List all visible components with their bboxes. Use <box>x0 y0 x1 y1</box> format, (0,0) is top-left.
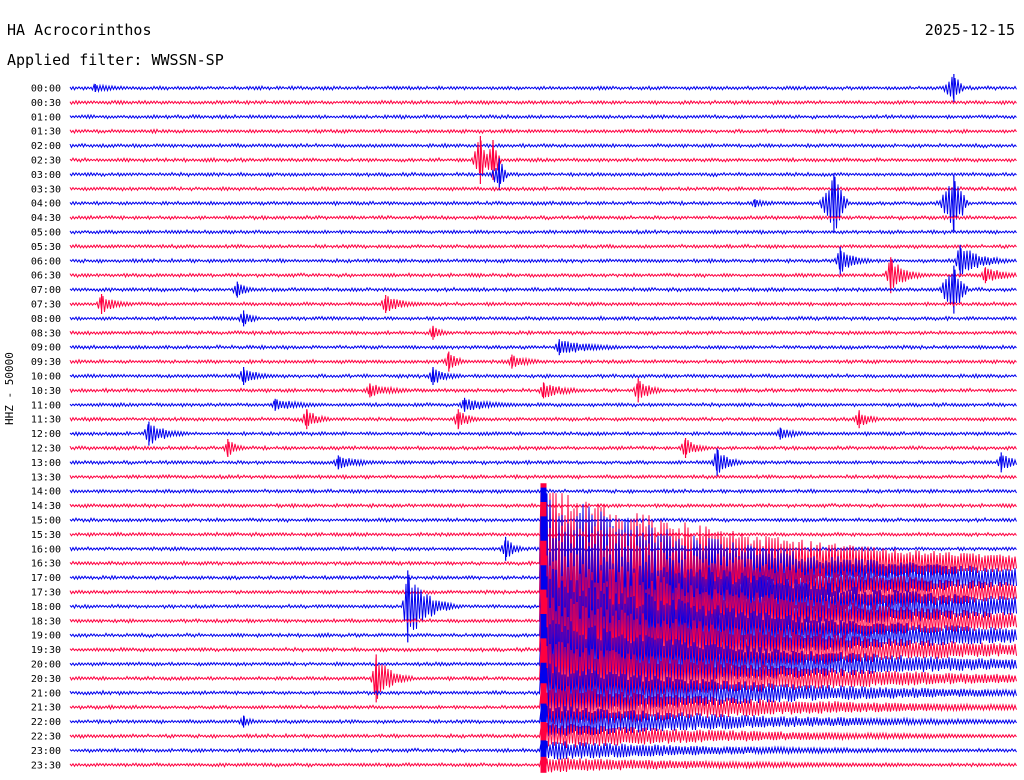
trace-line <box>69 176 1017 231</box>
time-tick-label: 18:00 <box>31 602 61 613</box>
time-tick-label: 14:00 <box>31 487 61 498</box>
time-tick-label: 18:30 <box>31 616 61 627</box>
trace-line <box>69 162 1017 184</box>
time-tick-label: 09:30 <box>31 357 61 368</box>
time-tick-label: 06:00 <box>31 256 61 267</box>
trace-line <box>69 99 1017 106</box>
time-tick-label: 22:00 <box>31 717 61 728</box>
time-tick-label: 23:00 <box>31 746 61 757</box>
trace-line <box>69 243 1017 250</box>
time-tick-label: 07:30 <box>31 300 61 311</box>
time-tick-label: 16:30 <box>31 559 61 570</box>
trace-line <box>69 473 1017 480</box>
time-tick-label: 05:30 <box>31 242 61 253</box>
trace-line <box>69 353 1017 369</box>
time-tick-label: 13:30 <box>31 472 61 483</box>
time-tick-label: 02:30 <box>31 156 61 167</box>
time-tick-label: 11:00 <box>31 400 61 411</box>
trace-line <box>69 439 1017 456</box>
time-tick-label: 10:30 <box>31 386 61 397</box>
time-tick-label: 12:30 <box>31 444 61 455</box>
time-tick-label: 21:30 <box>31 703 61 714</box>
time-tick-label: 04:30 <box>31 213 61 224</box>
time-tick-label: 15:30 <box>31 530 61 541</box>
trace-line <box>69 399 1017 411</box>
trace-line <box>69 128 1017 135</box>
time-tick-label: 14:30 <box>31 501 61 512</box>
trace-line <box>69 449 1017 473</box>
time-tick-label: 17:30 <box>31 588 61 599</box>
time-tick-label: 03:30 <box>31 184 61 195</box>
time-tick-label: 06:30 <box>31 271 61 282</box>
trace-line <box>69 341 1017 353</box>
time-tick-label: 20:30 <box>31 674 61 685</box>
time-tick-label: 19:30 <box>31 645 61 656</box>
time-tick-label: 08:30 <box>31 328 61 339</box>
time-tick-label: 20:00 <box>31 660 61 671</box>
time-tick-label: 17:00 <box>31 573 61 584</box>
seismogram-plot: 00:00 00:30 01:00 01:30 02:00 02:30 03:00 03:30… <box>31 74 1017 773</box>
trace-line <box>69 142 1017 149</box>
time-tick-label: 05:00 <box>31 228 61 239</box>
time-tick-label: 01:30 <box>31 127 61 138</box>
time-tick-label: 01:00 <box>31 112 61 123</box>
trace-line <box>69 228 1017 236</box>
time-tick-label: 10:00 <box>31 372 61 383</box>
trace-line <box>69 214 1017 221</box>
time-tick-label: 02:00 <box>31 141 61 152</box>
time-tick-label: 13:00 <box>31 458 61 469</box>
trace-line <box>69 409 1017 429</box>
time-tick-label: 03:00 <box>31 170 61 181</box>
time-tick-label: 08:00 <box>31 314 61 325</box>
time-tick-label: 19:00 <box>31 631 61 642</box>
trace-line <box>69 313 1017 325</box>
trace-line <box>69 185 1017 192</box>
trace-line <box>69 326 1017 338</box>
trace-line <box>69 424 1017 444</box>
trace-line <box>69 76 1017 99</box>
trace-line <box>69 248 1017 275</box>
time-tick-label: 16:00 <box>31 544 61 555</box>
time-tick-label: 09:00 <box>31 343 61 354</box>
trace-line <box>69 295 1017 313</box>
time-tick-label: 11:30 <box>31 415 61 426</box>
time-tick-label: 00:30 <box>31 98 61 109</box>
time-tick-label: 22:30 <box>31 732 61 743</box>
time-tick-label: 04:00 <box>31 199 61 210</box>
trace-line <box>69 259 1017 289</box>
time-tick-label: 23:30 <box>31 760 61 771</box>
trace-line <box>69 367 1017 383</box>
time-tick-label: 07:00 <box>31 285 61 296</box>
time-tick-label: 12:00 <box>31 429 61 440</box>
time-tick-label: 15:00 <box>31 516 61 527</box>
trace-line <box>69 113 1017 120</box>
time-tick-label: 21:00 <box>31 688 61 699</box>
time-tick-label: 00:00 <box>31 84 61 95</box>
